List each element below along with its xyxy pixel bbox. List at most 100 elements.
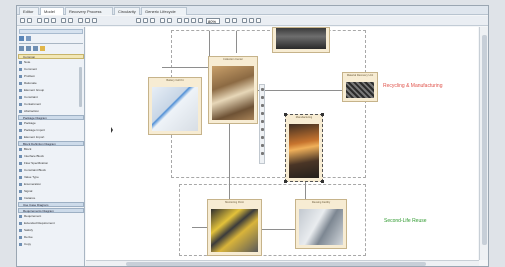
palette-scroll-thumb[interactable]	[79, 67, 82, 107]
select-tool-icon[interactable]	[20, 18, 25, 23]
export-icon[interactable]	[242, 18, 247, 23]
sort-icon[interactable]	[33, 46, 38, 51]
quick-link-icon[interactable]	[261, 104, 264, 107]
palette-item[interactable]: Problem	[19, 74, 83, 78]
collection-center-card[interactable]: Collection Center	[208, 56, 258, 124]
quick-format-icon[interactable]	[261, 120, 264, 123]
palette-item[interactable]: Copy	[19, 242, 83, 246]
connector[interactable]	[192, 227, 207, 228]
palette-item[interactable]: Element Group	[19, 88, 83, 92]
resize-handle[interactable]	[321, 180, 324, 183]
horizontal-scroll-thumb[interactable]	[126, 262, 426, 266]
material-recovery-card[interactable]: Material Recovery Unit	[342, 72, 378, 102]
more-icon[interactable]	[256, 18, 261, 23]
favorites-icon[interactable]	[40, 46, 45, 51]
zoom-level-select[interactable]: 80%	[206, 18, 220, 24]
palette-options-icon[interactable]	[26, 36, 31, 41]
manufacturing-card[interactable]: Manufacturing	[284, 113, 324, 183]
palette-section-common[interactable]: Common	[18, 54, 84, 59]
palette-section-usecase[interactable]: Use Case Diagram	[18, 202, 84, 207]
filter-icon[interactable]	[26, 46, 31, 51]
group-icon[interactable]	[150, 18, 155, 23]
grid-icon[interactable]	[232, 18, 237, 23]
zoom-page-icon[interactable]	[198, 18, 203, 23]
vertical-scrollbar[interactable]	[479, 27, 488, 260]
align-left-icon[interactable]	[78, 18, 83, 23]
quick-delete-icon[interactable]	[261, 144, 264, 147]
pointer-tool-icon[interactable]	[19, 36, 24, 41]
palette-item[interactable]: Constraint Block	[19, 168, 83, 172]
snap-icon[interactable]	[225, 18, 230, 23]
tab-recovery-process[interactable]: Recovery Process	[65, 7, 113, 15]
palette-item[interactable]: Block	[19, 147, 83, 151]
palette-item[interactable]: Containment	[19, 102, 83, 106]
palette-item[interactable]: Extended Requirement	[19, 221, 83, 225]
battery-cell-card[interactable]: Battery Cell Kit	[148, 77, 202, 135]
resize-handle[interactable]	[321, 113, 324, 116]
palette-item[interactable]: Instance	[19, 196, 83, 200]
top-process-card[interactable]: Disassembly	[272, 27, 330, 53]
palette-item[interactable]: Comment	[19, 67, 83, 71]
diagram-toolbar: 80%	[17, 16, 488, 26]
palette-item[interactable]: Enumeration	[19, 182, 83, 186]
tab-model[interactable]: Model	[40, 7, 64, 15]
connector[interactable]	[162, 67, 209, 68]
line-color-icon[interactable]	[68, 18, 73, 23]
palette-item[interactable]: Satisfy	[19, 228, 83, 232]
palette-item[interactable]: Rationale	[19, 81, 83, 85]
tab-generic-lifecycle[interactable]: Generic Lifecycle	[141, 7, 187, 15]
connector[interactable]	[262, 229, 295, 230]
palette-item[interactable]: Abstraction	[19, 109, 83, 113]
view-icon[interactable]	[19, 46, 24, 51]
order-back-icon[interactable]	[167, 18, 172, 23]
align-center-icon[interactable]	[85, 18, 90, 23]
quick-line-icon[interactable]	[261, 128, 264, 131]
quick-note-icon[interactable]	[261, 96, 264, 99]
align-right-icon[interactable]	[92, 18, 97, 23]
zoom-out-icon[interactable]	[177, 18, 182, 23]
quick-connect-icon[interactable]	[261, 88, 264, 91]
palette-item[interactable]: Requirement	[19, 214, 83, 218]
resize-handle[interactable]	[284, 180, 287, 183]
palette-item[interactable]: Note	[19, 60, 83, 64]
resize-handle[interactable]	[284, 113, 287, 116]
zoom-in-icon[interactable]	[184, 18, 189, 23]
palette-item[interactable]: Constraint	[19, 95, 83, 99]
font-color-icon[interactable]	[51, 18, 56, 23]
layout-icon[interactable]	[136, 18, 141, 23]
palette-item[interactable]: Signal	[19, 189, 83, 193]
connector[interactable]	[236, 31, 237, 53]
palette-item[interactable]: Value Type	[19, 175, 83, 179]
connector[interactable]	[229, 119, 230, 199]
monitoring-card[interactable]: Monitoring Point	[207, 199, 262, 256]
pan-tool-icon[interactable]	[27, 18, 32, 23]
palette-item[interactable]: Package	[19, 121, 83, 125]
zoom-fit-icon[interactable]	[191, 18, 196, 23]
tab-editor[interactable]: Editor	[19, 7, 39, 15]
quick-image-icon[interactable]	[261, 136, 264, 139]
reuse-facility-card[interactable]: Reusing Facility	[295, 199, 347, 249]
vertical-scroll-thumb[interactable]	[482, 35, 487, 245]
print-icon[interactable]	[249, 18, 254, 23]
route-icon[interactable]	[143, 18, 148, 23]
palette-search-bar[interactable]	[19, 29, 83, 34]
palette-item[interactable]: Element Import	[19, 135, 83, 139]
palette-section-requirements[interactable]: Requirements Diagram	[18, 208, 84, 213]
palette-section-package[interactable]: Package Diagram	[18, 115, 84, 120]
bold-icon[interactable]	[37, 18, 42, 23]
palette-item[interactable]: Package Import	[19, 128, 83, 132]
tab-circularity[interactable]: Circularity	[114, 7, 140, 15]
fill-color-icon[interactable]	[61, 18, 66, 23]
connector[interactable]	[305, 179, 306, 201]
diagram-canvas[interactable]: Battery Cell Kit Collection Center Disas…	[86, 27, 478, 260]
palette-item[interactable]: Derive	[19, 235, 83, 239]
quick-edit-icon[interactable]	[261, 112, 264, 115]
connector[interactable]	[256, 90, 356, 91]
order-front-icon[interactable]	[160, 18, 165, 23]
quick-more-icon[interactable]	[261, 152, 264, 155]
palette-section-bdd[interactable]: Block Definition Diagram	[18, 141, 84, 146]
italic-icon[interactable]	[44, 18, 49, 23]
palette-item[interactable]: Flow Specification	[19, 161, 83, 165]
palette-item[interactable]: Interface Block	[19, 154, 83, 158]
horizontal-scrollbar[interactable]	[86, 260, 479, 266]
